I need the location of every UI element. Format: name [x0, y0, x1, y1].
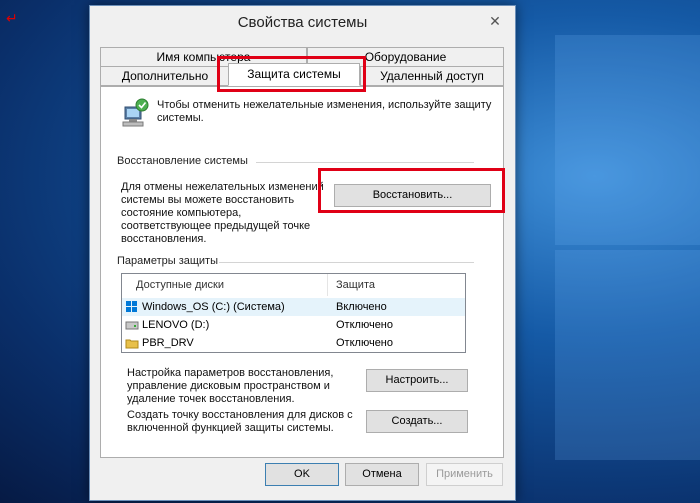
drive-name: LENOVO (D:)	[142, 319, 210, 331]
create-description-line: включенной функцией защиты системы.	[127, 422, 334, 434]
drive-protection-status: Отключено	[336, 319, 393, 331]
configure-description: Настройка параметров восстановления, упр…	[127, 367, 367, 406]
titlebar: Свойства системы ✕	[90, 6, 515, 36]
configure-description-line: управление дисковым пространством и	[127, 380, 330, 392]
ok-button[interactable]: OK	[265, 463, 339, 486]
configure-description-line: удаление точек восстановления.	[127, 393, 295, 405]
restore-description: Для отмены нежелательных изменений систе…	[121, 181, 341, 246]
intro-text: Чтобы отменить нежелательные изменения, …	[157, 99, 492, 124]
apply-button[interactable]: Применить	[426, 463, 503, 486]
restore-description-line: системы вы можете восстановить	[121, 194, 295, 206]
create-button[interactable]: Создать...	[366, 410, 468, 433]
create-description-line: Создать точку восстановления для дисков …	[127, 409, 353, 421]
drive-row[interactable]: LENOVO (D:) Отключено	[122, 316, 465, 334]
tab-remote[interactable]: Удаленный доступ	[360, 66, 504, 86]
drive-protection-status: Включено	[336, 301, 387, 313]
column-header-drives[interactable]: Доступные диски	[136, 279, 224, 291]
column-separator	[327, 274, 328, 296]
drive-row[interactable]: Windows_OS (C:) (Система) Включено	[122, 298, 465, 316]
restore-section-label: Восстановление системы	[117, 155, 248, 167]
tab-advanced[interactable]: Дополнительно	[100, 66, 230, 86]
create-description: Создать точку восстановления для дисков …	[127, 409, 377, 435]
restore-section-divider	[256, 162, 474, 163]
tab-system-protection[interactable]: Защита системы	[228, 63, 360, 86]
window-title: Свойства системы	[237, 14, 368, 31]
tab-panel: Чтобы отменить нежелательные изменения, …	[100, 86, 504, 458]
protection-section-label: Параметры защиты	[117, 255, 218, 267]
drive-protection-status: Отключено	[336, 337, 393, 349]
drive-icon	[125, 321, 139, 330]
windows-logo-pane	[555, 35, 700, 245]
system-protection-icon	[122, 98, 149, 127]
drive-name: PBR_DRV	[142, 337, 194, 349]
column-header-protection[interactable]: Защита	[336, 279, 375, 291]
drive-row[interactable]: PBR_DRV Отключено	[122, 334, 465, 352]
system-drive-icon	[126, 301, 137, 312]
restore-description-line: состояние компьютера,	[121, 207, 242, 219]
drives-list[interactable]: Доступные диски Защита Windows_OS (C:) (…	[121, 273, 466, 353]
cancel-button[interactable]: Отмена	[345, 463, 419, 486]
highlight-restore-button	[318, 168, 505, 213]
desktop-mark: ↵	[6, 10, 18, 26]
folder-icon	[125, 339, 139, 349]
restore-description-line: Для отмены нежелательных изменений	[121, 181, 324, 193]
close-button[interactable]: ✕	[481, 12, 509, 30]
windows-logo-pane	[555, 250, 700, 460]
restore-description-line: восстановления.	[121, 233, 207, 245]
configure-description-line: Настройка параметров восстановления,	[127, 367, 334, 379]
configure-button[interactable]: Настроить...	[366, 369, 468, 392]
protection-section-divider	[219, 262, 474, 263]
drives-list-header: Доступные диски Защита	[122, 274, 465, 296]
system-properties-dialog: Свойства системы ✕ Имя компьютера Оборуд…	[89, 5, 516, 501]
drive-name: Windows_OS (C:) (Система)	[142, 301, 285, 313]
restore-description-line: соответствующее предыдущей точке	[121, 220, 311, 232]
